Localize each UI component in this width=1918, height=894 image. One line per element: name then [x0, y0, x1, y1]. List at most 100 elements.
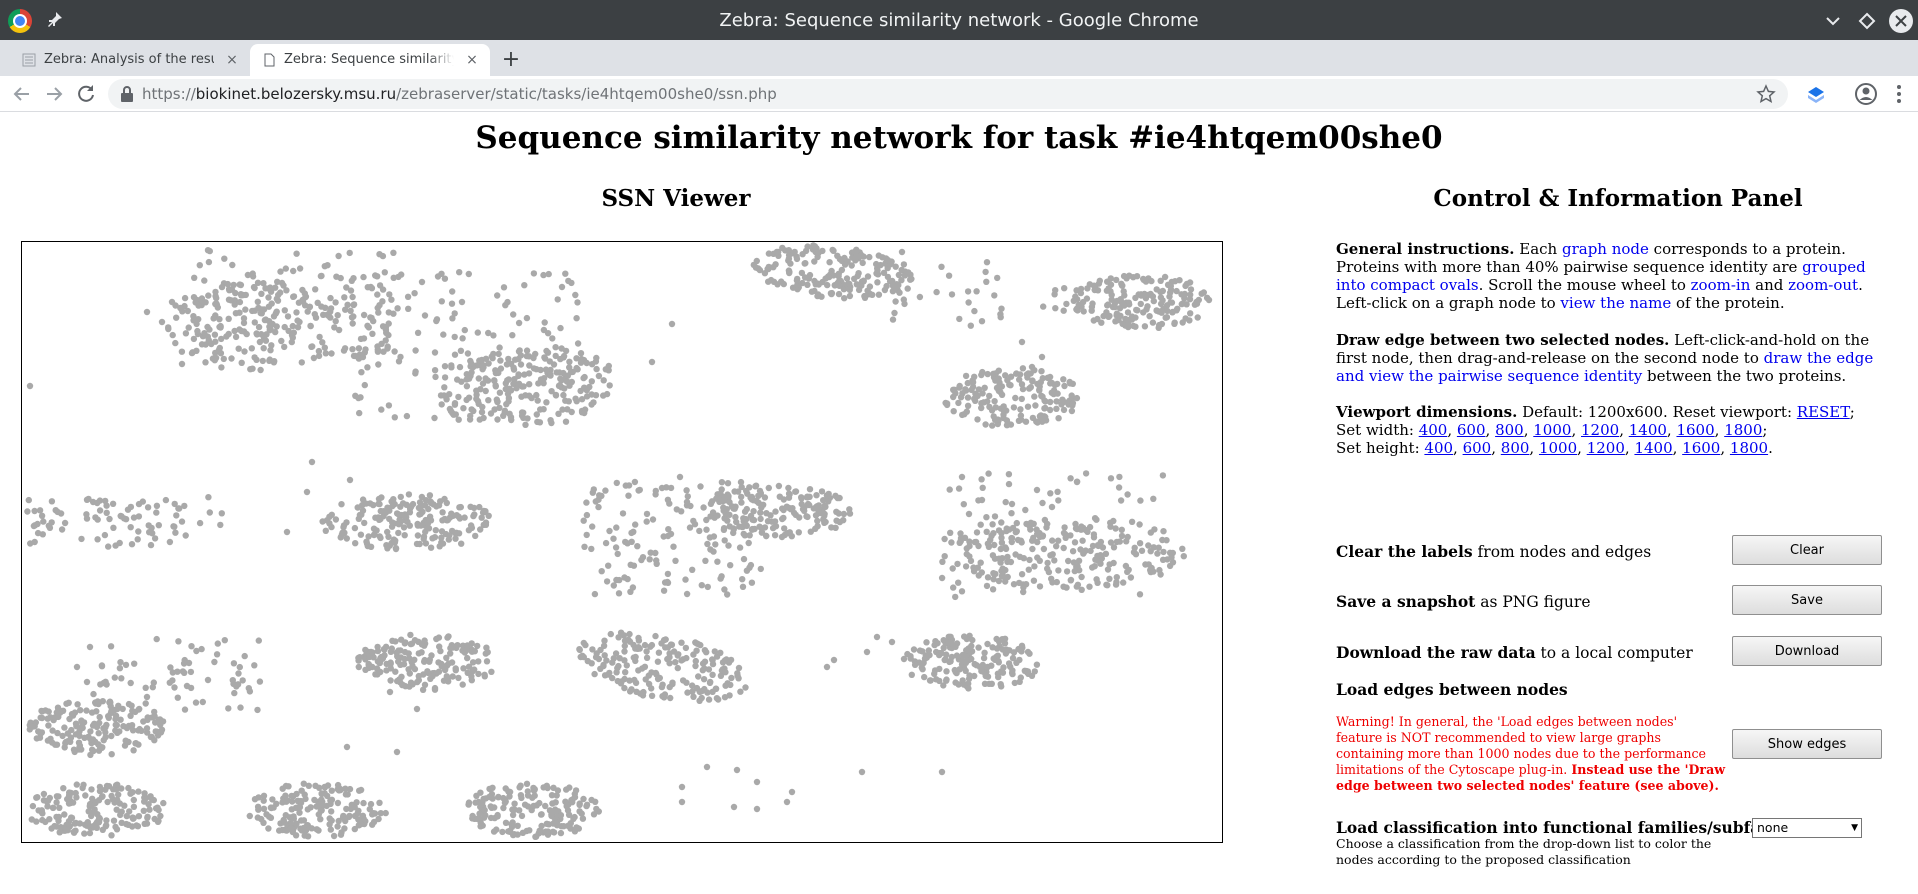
graph-node[interactable]	[460, 405, 467, 412]
graph-node[interactable]	[787, 260, 794, 267]
graph-node[interactable]	[259, 357, 266, 365]
save-button[interactable]: Save	[1732, 585, 1882, 615]
graph-node[interactable]	[334, 312, 341, 319]
graph-node[interactable]	[441, 363, 449, 370]
graph-node[interactable]	[998, 305, 1005, 312]
graph-node[interactable]	[90, 690, 97, 698]
graph-node[interactable]	[457, 347, 465, 354]
graph-node[interactable]	[135, 741, 142, 748]
graph-node[interactable]	[357, 394, 364, 401]
graph-node[interactable]	[461, 326, 468, 334]
graph-node[interactable]	[1090, 317, 1098, 324]
graph-node[interactable]	[518, 812, 526, 820]
graph-node[interactable]	[592, 654, 600, 661]
graph-node[interactable]	[356, 654, 363, 661]
graph-node[interactable]	[1077, 301, 1085, 309]
graph-node[interactable]	[529, 794, 536, 801]
graph-node[interactable]	[989, 521, 996, 528]
graph-node[interactable]	[966, 542, 973, 550]
graph-node[interactable]	[738, 493, 745, 501]
graph-node[interactable]	[211, 658, 218, 666]
graph-node[interactable]	[279, 785, 286, 792]
graph-node[interactable]	[184, 307, 191, 315]
graph-node[interactable]	[1171, 320, 1178, 327]
graph-node[interactable]	[202, 299, 209, 306]
graph-node[interactable]	[1104, 582, 1111, 589]
graph-node[interactable]	[464, 654, 471, 662]
graph-node[interactable]	[328, 817, 335, 824]
graph-node[interactable]	[945, 272, 953, 279]
graph-node[interactable]	[301, 302, 309, 309]
graph-node[interactable]	[447, 645, 454, 652]
graph-node[interactable]	[1030, 577, 1038, 584]
graph-node[interactable]	[510, 311, 517, 318]
graph-node[interactable]	[1136, 540, 1144, 547]
graph-node[interactable]	[418, 278, 426, 286]
graph-node[interactable]	[516, 784, 523, 791]
graph-node[interactable]	[143, 308, 151, 316]
graph-node[interactable]	[623, 662, 630, 669]
graph-node[interactable]	[709, 656, 716, 663]
graph-node[interactable]	[49, 727, 56, 734]
graph-node[interactable]	[748, 579, 756, 586]
graph-node[interactable]	[543, 347, 550, 355]
graph-node[interactable]	[821, 510, 828, 518]
graph-node[interactable]	[576, 646, 583, 654]
graph-node[interactable]	[1132, 551, 1140, 558]
graph-node[interactable]	[288, 338, 295, 346]
graph-node[interactable]	[25, 496, 32, 504]
graph-node[interactable]	[641, 641, 649, 649]
graph-node[interactable]	[721, 657, 729, 664]
graph-node[interactable]	[241, 652, 248, 660]
graph-node[interactable]	[367, 283, 374, 291]
graph-node[interactable]	[374, 671, 381, 678]
graph-node[interactable]	[961, 633, 968, 640]
graph-node[interactable]	[251, 796, 259, 803]
graph-node[interactable]	[613, 524, 620, 531]
graph-node[interactable]	[989, 586, 997, 593]
graph-node[interactable]	[530, 784, 537, 792]
graph-node[interactable]	[500, 794, 507, 802]
graph-node[interactable]	[991, 513, 999, 520]
graph-node[interactable]	[982, 421, 989, 428]
graph-node[interactable]	[515, 372, 522, 380]
graph-node[interactable]	[672, 659, 679, 666]
graph-node[interactable]	[1156, 321, 1163, 329]
graph-node[interactable]	[398, 673, 405, 680]
graph-node[interactable]	[149, 684, 156, 691]
graph-node[interactable]	[557, 324, 564, 332]
graph-node[interactable]	[578, 396, 586, 403]
graph-node[interactable]	[418, 493, 426, 501]
graph-node[interactable]	[610, 582, 617, 589]
graph-node[interactable]	[705, 666, 713, 673]
tab-sequence-similarity-network[interactable]: Zebra: Sequence similarity network ×	[250, 44, 490, 76]
graph-node[interactable]	[135, 528, 142, 535]
graph-node[interactable]	[523, 827, 530, 835]
graph-node[interactable]	[297, 825, 304, 832]
graph-node[interactable]	[349, 293, 356, 301]
graph-node[interactable]	[421, 312, 429, 319]
graph-node[interactable]	[225, 705, 232, 712]
graph-node[interactable]	[124, 506, 132, 513]
graph-node[interactable]	[212, 354, 220, 362]
graph-node[interactable]	[534, 397, 541, 404]
graph-node[interactable]	[94, 516, 101, 523]
graph-node[interactable]	[477, 789, 484, 796]
graph-node[interactable]	[827, 290, 835, 297]
graph-node[interactable]	[580, 639, 587, 647]
graph-node[interactable]	[803, 494, 811, 501]
graph-node[interactable]	[783, 798, 791, 806]
graph-node[interactable]	[416, 540, 423, 548]
graph-node[interactable]	[738, 499, 745, 506]
graph-node[interactable]	[487, 814, 495, 822]
graph-node[interactable]	[793, 277, 801, 284]
graph-node[interactable]	[1029, 414, 1037, 422]
graph-node[interactable]	[595, 496, 602, 503]
graph-node[interactable]	[590, 399, 597, 406]
graph-node[interactable]	[98, 663, 106, 670]
graph-node[interactable]	[96, 507, 104, 514]
graph-node[interactable]	[873, 633, 881, 641]
graph-node[interactable]	[439, 509, 446, 516]
graph-node[interactable]	[196, 262, 203, 269]
graph-node[interactable]	[449, 673, 456, 680]
